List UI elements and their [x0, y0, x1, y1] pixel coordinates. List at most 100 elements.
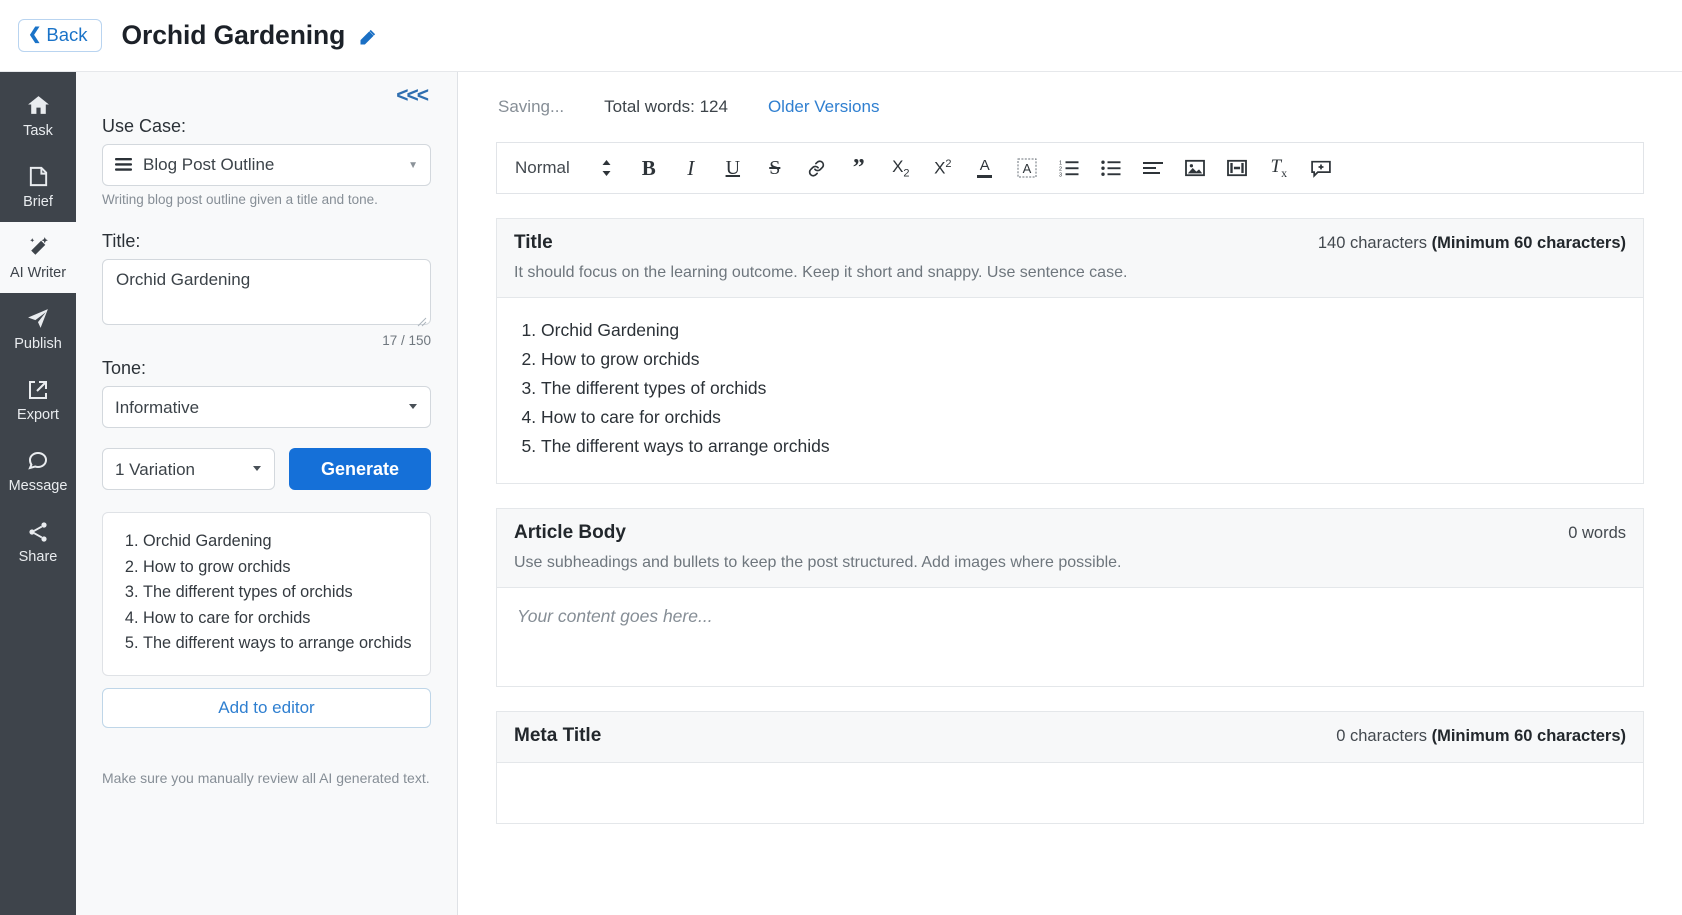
blockquote-icon[interactable]: ”: [848, 155, 870, 181]
add-to-editor-button[interactable]: Add to editor: [102, 688, 431, 728]
align-icon[interactable]: [1142, 155, 1164, 181]
format-select[interactable]: Normal: [515, 155, 618, 181]
article-body-placeholder: Your content goes here...: [517, 606, 1623, 627]
sidebar-item-label: Publish: [14, 336, 62, 352]
bullet-list-icon[interactable]: [1100, 155, 1122, 181]
insert-image-icon[interactable]: [1184, 155, 1206, 181]
section-body[interactable]: [497, 763, 1643, 823]
clear-format-icon[interactable]: Tx: [1268, 155, 1290, 181]
underline-icon[interactable]: U: [722, 155, 744, 181]
editor-status-bar: Saving... Total words: 124 Older Version…: [496, 72, 1644, 142]
section-min-requirement: (Minimum 60 characters): [1432, 234, 1626, 252]
edit-pencil-icon[interactable]: [357, 27, 378, 48]
section-char-count: 0 characters: [1336, 727, 1431, 745]
list-lines-icon: [115, 158, 132, 172]
use-case-help-text: Writing blog post outline given a title …: [102, 192, 431, 207]
svg-text:3: 3: [1059, 173, 1062, 178]
sidebar-item-message[interactable]: Message: [0, 435, 76, 506]
collapse-panel-button[interactable]: <<<: [392, 82, 431, 110]
section-header: Meta Title 0 characters (Minimum 60 char…: [497, 712, 1643, 763]
magic-wand-icon: [26, 235, 51, 261]
sidebar-item-ai-writer[interactable]: AI Writer: [0, 222, 76, 293]
tone-select-wrapper: Informative: [102, 386, 431, 428]
section-header: Article Body 0 words Use subheadings and…: [497, 509, 1643, 588]
editor-pane: Saving... Total words: 124 Older Version…: [458, 72, 1682, 915]
tone-select[interactable]: Informative: [102, 386, 431, 428]
generate-row: 1 Variation Generate: [102, 448, 431, 490]
home-icon: [26, 93, 51, 119]
section-title-label: Meta Title: [514, 725, 601, 747]
list-item: The different types of orchids: [143, 580, 412, 606]
section-meta: 0 characters (Minimum 60 characters): [1336, 727, 1626, 746]
ai-writer-panel: <<< Use Case: Blog Post Outline ▼ Writin…: [76, 72, 458, 915]
format-select-stepper-icon[interactable]: [596, 155, 618, 181]
section-description: It should focus on the learning outcome.…: [514, 264, 1626, 282]
page-title: Orchid Gardening: [122, 20, 346, 51]
sidebar-item-share[interactable]: Share: [0, 506, 76, 577]
generated-results-card: Orchid Gardening How to grow orchids The…: [102, 512, 431, 676]
section-min-requirement: (Minimum 60 characters): [1432, 727, 1626, 745]
list-item: Orchid Gardening: [143, 529, 412, 555]
sidebar-item-export[interactable]: Export: [0, 364, 76, 435]
section-meta: 0 words: [1568, 524, 1626, 543]
strikethrough-icon[interactable]: S: [764, 155, 786, 181]
sidebar-item-label: Share: [19, 549, 58, 565]
section-header: Title 140 characters (Minimum 60 charact…: [497, 219, 1643, 298]
editor-toolbar: Normal B I U S ” X2: [496, 142, 1644, 194]
add-block-icon[interactable]: [1310, 155, 1332, 181]
section-char-count: 140 characters: [1318, 234, 1432, 252]
tone-label: Tone:: [102, 358, 431, 379]
chevron-down-icon: ▼: [408, 160, 418, 171]
sidebar-item-label: Message: [9, 478, 68, 494]
ai-disclaimer-note: Make sure you manually review all AI gen…: [102, 770, 431, 786]
title-label: Title:: [102, 231, 431, 252]
svg-text:A: A: [1022, 161, 1031, 176]
older-versions-link[interactable]: Older Versions: [768, 97, 880, 117]
title-input[interactable]: Orchid Gardening: [102, 259, 431, 325]
sidebar-item-task[interactable]: Task: [0, 80, 76, 151]
back-button[interactable]: ❮ Back: [18, 19, 102, 53]
list-item: How to care for orchids: [541, 403, 1623, 432]
ordered-list-icon[interactable]: 1 2 3: [1058, 155, 1080, 181]
generate-button[interactable]: Generate: [289, 448, 431, 490]
list-item: The different ways to arrange orchids: [143, 631, 412, 657]
use-case-select[interactable]: Blog Post Outline ▼: [102, 144, 431, 186]
sidebar-item-publish[interactable]: Publish: [0, 293, 76, 364]
use-case-value: Blog Post Outline: [143, 155, 274, 175]
title-input-wrapper: Orchid Gardening: [102, 259, 431, 330]
sidebar-item-brief[interactable]: Brief: [0, 151, 76, 222]
section-meta: 140 characters (Minimum 60 characters): [1318, 234, 1626, 253]
link-icon[interactable]: [806, 155, 828, 181]
list-item: Orchid Gardening: [541, 316, 1623, 345]
section-title-label: Article Body: [514, 522, 626, 544]
section-title: Title 140 characters (Minimum 60 charact…: [496, 218, 1644, 484]
list-item: How to grow orchids: [541, 345, 1623, 374]
text-color-icon[interactable]: A: [974, 155, 996, 181]
left-nav-rail: Task Brief AI Writer: [0, 72, 76, 915]
section-meta-title: Meta Title 0 characters (Minimum 60 char…: [496, 711, 1644, 824]
format-select-label: Normal: [515, 158, 570, 178]
section-body[interactable]: Your content goes here...: [497, 588, 1643, 686]
list-item: The different ways to arrange orchids: [541, 432, 1623, 461]
variation-select[interactable]: 1 Variation: [102, 448, 275, 490]
list-item: How to grow orchids: [143, 555, 412, 581]
document-icon: [27, 164, 50, 190]
bold-icon[interactable]: B: [638, 155, 660, 181]
title-char-counter: 17 / 150: [102, 333, 431, 348]
subscript-icon[interactable]: X2: [890, 155, 912, 181]
italic-icon[interactable]: I: [680, 155, 702, 181]
sidebar-item-label: AI Writer: [10, 265, 66, 281]
highlight-color-icon[interactable]: A: [1016, 155, 1038, 181]
superscript-icon[interactable]: X2: [932, 155, 954, 181]
insert-video-icon[interactable]: [1226, 155, 1248, 181]
chevron-left-icon: ❮: [28, 27, 41, 43]
generated-results-list: Orchid Gardening How to grow orchids The…: [143, 529, 412, 657]
back-button-label: Back: [46, 26, 87, 45]
variation-select-wrapper: 1 Variation: [102, 448, 275, 490]
sidebar-item-label: Brief: [23, 194, 53, 210]
section-body[interactable]: Orchid Gardening How to grow orchids The…: [497, 298, 1643, 483]
sidebar-item-label: Export: [17, 407, 59, 423]
export-icon: [26, 377, 50, 403]
section-article-body: Article Body 0 words Use subheadings and…: [496, 508, 1644, 687]
app-body: Task Brief AI Writer: [0, 72, 1682, 915]
